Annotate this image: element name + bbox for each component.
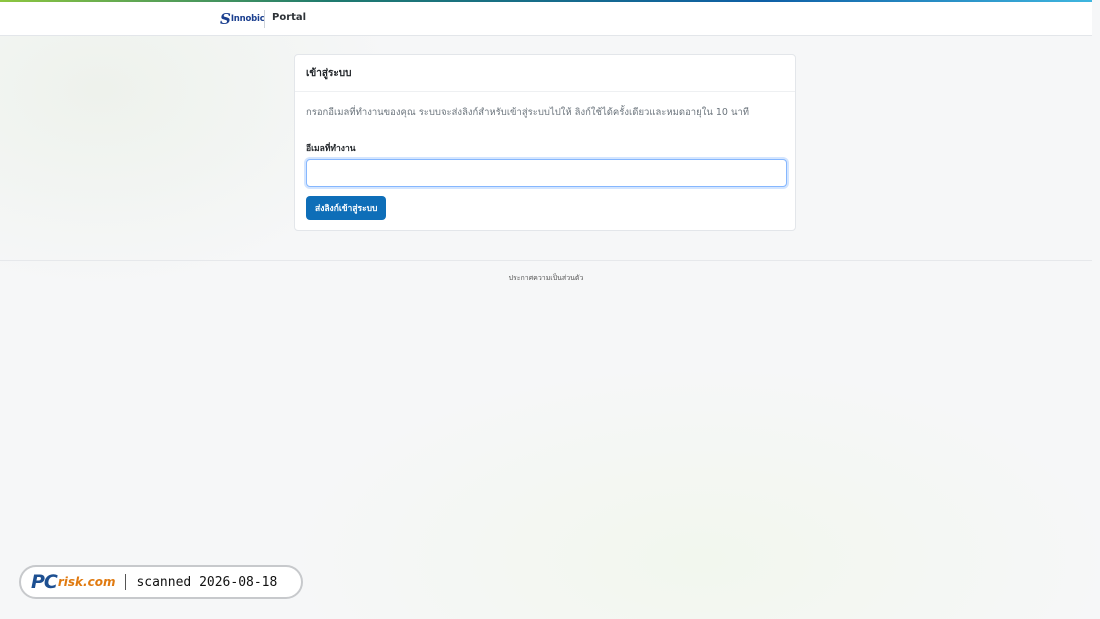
login-card: เข้าสู่ระบบ กรอกอีเมลที่ทำงานของคุณ ระบบ… xyxy=(294,54,796,231)
logo-wordmark: Innobic xyxy=(230,14,265,24)
portal-label: Portal xyxy=(272,12,307,23)
send-login-link-button[interactable]: ส่งลิงก์เข้าสู่ระบบ xyxy=(306,196,387,220)
privacy-notice-link[interactable]: ประกาศความเป็นส่วนตัว xyxy=(0,273,1092,284)
card-title: เข้าสู่ระบบ xyxy=(295,55,795,92)
top-navbar: S Innobic Portal xyxy=(0,2,1092,36)
logo-mark-icon: S xyxy=(220,10,231,28)
innobic-logo[interactable]: S Innobic xyxy=(220,9,265,29)
footer-divider xyxy=(0,260,1092,261)
scanned-date: scanned 2026-08-18 xyxy=(136,574,278,590)
logo-divider xyxy=(264,10,265,28)
login-description: กรอกอีเมลที่ทำงานของคุณ ระบบจะส่งลิงก์สำ… xyxy=(306,107,750,118)
watermark-divider xyxy=(125,574,127,590)
pcrisk-logo-icon: PC risk.com xyxy=(31,571,116,593)
email-field[interactable] xyxy=(306,159,787,187)
pcrisk-watermark: PC risk.com scanned 2026-08-18 xyxy=(19,565,303,599)
email-label: อีเมลที่ทำงาน xyxy=(306,144,356,154)
